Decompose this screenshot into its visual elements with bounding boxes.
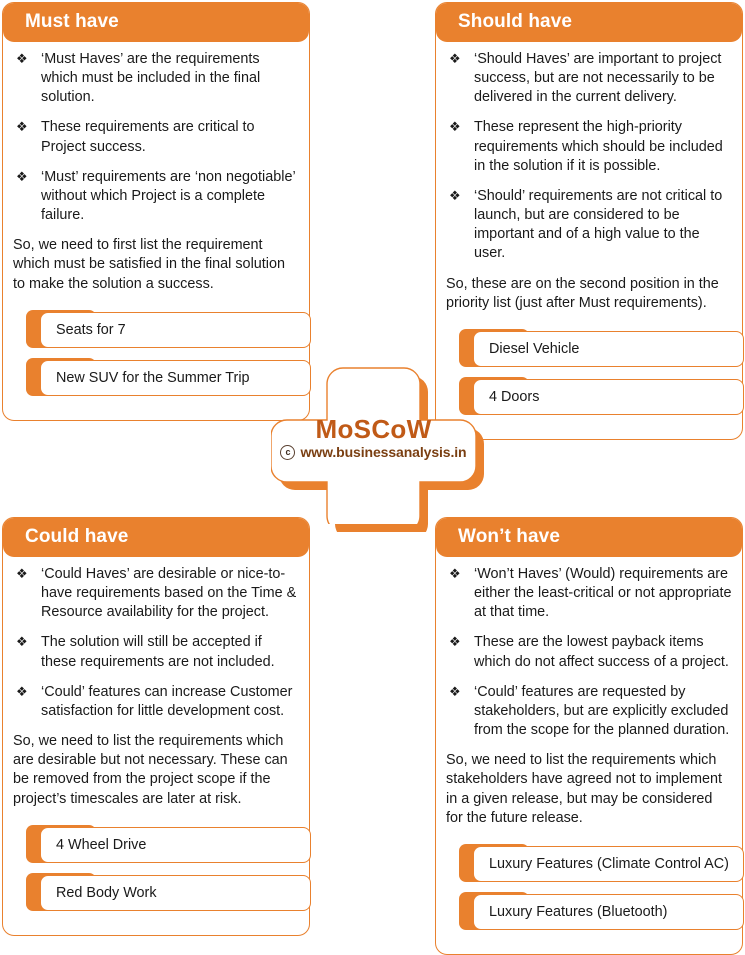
card-body: Must have ❖ ‘Must Haves’ are the requirem… — [2, 2, 311, 421]
requirement-item[interactable]: Luxury Features (Bluetooth) — [446, 891, 744, 930]
diamond-bullet-icon: ❖ — [449, 187, 461, 203]
card-body: Could have ❖ ‘Could Haves’ are desirable … — [2, 517, 311, 936]
diamond-bullet-icon: ❖ — [16, 168, 28, 184]
center-logo: MoSCoW c www.businessanalysis.in — [271, 364, 484, 532]
diamond-bullet-icon: ❖ — [449, 634, 461, 650]
requirement-list: Seats for 7 New SUV for the Summer Trip — [13, 309, 311, 396]
diamond-bullet-icon: ❖ — [16, 566, 28, 581]
bullet-text: These are the lowest payback items which… — [474, 634, 729, 670]
bullet-item: ❖ These represent the high-priority requi… — [446, 118, 732, 175]
diamond-bullet-icon: ❖ — [449, 119, 461, 135]
bullet-item: ❖ These are the lowest payback items whic… — [446, 633, 732, 671]
quadrant-summary: So, these are on the second position in … — [446, 275, 719, 311]
requirement-item[interactable]: Luxury Features (Climate Control AC) — [446, 843, 744, 882]
card-body: Won’t have ❖ ‘Won’t Haves’ (Would) requir… — [435, 517, 744, 955]
requirement-item[interactable]: Red Body Work — [13, 872, 311, 911]
moscow-wordmark: MoSCoW — [315, 414, 432, 444]
requirement-label[interactable]: Luxury Features (Bluetooth) — [473, 893, 744, 930]
requirement-label[interactable]: Diesel Vehicle — [473, 330, 744, 367]
quadrant-title-could-have: Could have — [3, 518, 309, 557]
bullet-list: ❖ ‘Must Haves’ are the requirements which… — [13, 50, 299, 225]
logo-label: MoSCoW c www.businessanalysis.in — [271, 414, 476, 460]
site-line: c www.businessanalysis.in — [271, 444, 476, 460]
quadrant-title-must-have: Must have — [3, 3, 309, 42]
diamond-bullet-icon: ❖ — [16, 683, 28, 699]
requirement-item[interactable]: Diesel Vehicle — [446, 328, 744, 367]
quadrant-title-should-have: Should have — [436, 3, 742, 42]
bullet-text: ‘Must’ requirements are ‘non negotiable’… — [41, 168, 296, 224]
diamond-bullet-icon: ❖ — [449, 566, 461, 581]
requirement-item[interactable]: New SUV for the Summer Trip — [13, 357, 311, 396]
quadrant-summary: So, we need to list the requirements whi… — [446, 752, 722, 826]
diamond-bullet-icon: ❖ — [16, 51, 28, 66]
bullet-text: ‘Should’ requirements are not critical t… — [474, 187, 723, 262]
bullet-text: These represent the high-priority requir… — [474, 119, 723, 174]
bullet-list: ❖ ‘Could Haves’ are desirable or nice-to-… — [13, 565, 299, 721]
bullet-item: ❖ ‘Must’ requirements are ‘non negotiable… — [13, 168, 299, 225]
quadrant-summary: So, we need to first list the requiremen… — [13, 237, 285, 292]
requirement-list: 4 Wheel Drive Red Body Work — [13, 824, 311, 911]
card-content: ❖ ‘Must Haves’ are the requirements which… — [3, 42, 311, 420]
diamond-bullet-icon: ❖ — [449, 683, 461, 699]
bullet-text: ‘Could’ features are requested by stakeh… — [474, 683, 730, 739]
bullet-item: ❖ ‘Won’t Haves’ (Would) requirements are … — [446, 565, 732, 622]
requirement-label[interactable]: Seats for 7 — [40, 311, 311, 348]
bullet-item: ❖ The solution will still be accepted if … — [13, 633, 299, 671]
requirement-label[interactable]: Luxury Features (Climate Control AC) — [473, 845, 744, 882]
bullet-text: ‘Must Haves’ are the requirements which … — [41, 51, 261, 106]
bullet-text: ‘Won’t Haves’ (Would) requirements are e… — [474, 566, 732, 621]
card-content: ❖ ‘Could Haves’ are desirable or nice-to-… — [3, 557, 311, 935]
requirement-item[interactable]: Seats for 7 — [13, 309, 311, 348]
diamond-bullet-icon: ❖ — [449, 51, 461, 66]
bullet-item: ❖ ‘Must Haves’ are the requirements which… — [13, 50, 299, 107]
bullet-text: The solution will still be accepted if t… — [41, 634, 275, 670]
bullet-item: ❖ ‘Should’ requirements are not critical … — [446, 187, 732, 264]
bullet-item: ❖ ‘Could’ features are requested by stake… — [446, 683, 732, 740]
requirement-list: Luxury Features (Climate Control AC) Lux… — [446, 843, 744, 930]
diamond-bullet-icon: ❖ — [16, 119, 28, 135]
bullet-text: ‘Should Haves’ are important to project … — [474, 51, 722, 106]
bullet-text: These requirements are critical to Proje… — [41, 119, 255, 155]
moscow-diagram: { "colors": { "orange": "#E9812E", "head… — [0, 0, 745, 955]
card-content: ❖ ‘Won’t Haves’ (Would) requirements are … — [436, 557, 744, 954]
requirement-label[interactable]: 4 Wheel Drive — [40, 826, 311, 863]
bullet-item: ❖ ‘Could’ features can increase Customer … — [13, 683, 299, 721]
bullet-item: ❖ ‘Should Haves’ are important to project… — [446, 50, 732, 107]
requirement-item[interactable]: 4 Doors — [446, 376, 744, 415]
copyright-icon: c — [280, 444, 296, 460]
quadrant-summary: So, we need to list the requirements whi… — [13, 733, 288, 807]
requirement-item[interactable]: 4 Wheel Drive — [13, 824, 311, 863]
requirement-list: Diesel Vehicle 4 Doors — [446, 328, 744, 415]
bullet-text: ‘Could Haves’ are desirable or nice-to-h… — [41, 566, 297, 621]
requirement-label[interactable]: Red Body Work — [40, 874, 311, 911]
bullet-text: ‘Could’ features can increase Customer s… — [41, 683, 293, 719]
site-url: www.businessanalysis.in — [300, 444, 467, 461]
diamond-bullet-icon: ❖ — [16, 634, 28, 650]
bullet-item: ❖ ‘Could Haves’ are desirable or nice-to-… — [13, 565, 299, 622]
bullet-list: ❖ ‘Should Haves’ are important to project… — [446, 50, 732, 264]
requirement-label[interactable]: 4 Doors — [473, 378, 744, 415]
bullet-item: ❖ These requirements are critical to Proj… — [13, 118, 299, 156]
bullet-list: ❖ ‘Won’t Haves’ (Would) requirements are … — [446, 565, 732, 740]
